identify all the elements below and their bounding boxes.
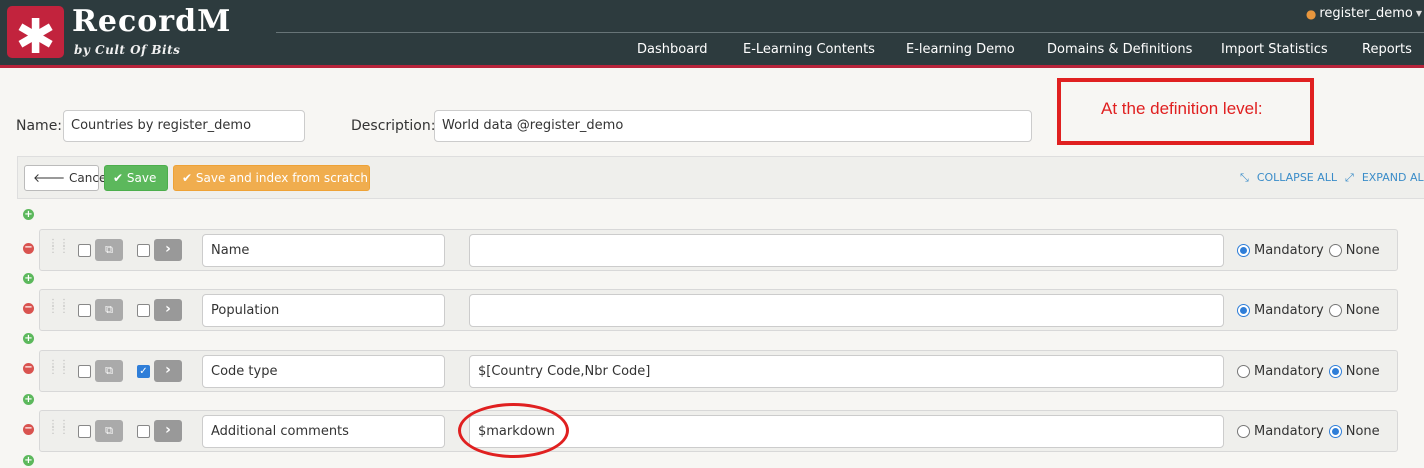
mandatory-radio[interactable] (1237, 365, 1250, 378)
field-row: ⋮⋮ ⋮⋮ ⧉ › Name Mandatory None (39, 229, 1398, 271)
none-label: None (1345, 364, 1380, 379)
nav-elearning-demo[interactable]: E-learning Demo (906, 42, 1015, 57)
header-divider (276, 32, 1424, 33)
mandatory-label: Mandatory (1254, 303, 1324, 318)
description-label: Description: (351, 118, 436, 134)
save-label: Save (126, 171, 157, 185)
expand-icon: ⤢ (1345, 171, 1354, 184)
save-button[interactable]: ✔ Save (104, 165, 168, 191)
description-input[interactable]: World data @register_demo (434, 110, 1032, 142)
field-row: ⋮⋮ ⋮⋮ ⧉ › Population Mandatory None (39, 289, 1398, 331)
mandatory-label: Mandatory (1254, 364, 1324, 379)
arrow-left-icon: 🡐 (33, 171, 66, 185)
brand-title[interactable]: RecordM (72, 4, 231, 39)
none-radio[interactable] (1328, 244, 1342, 257)
add-field-icon[interactable]: + (23, 333, 34, 344)
user-menu[interactable]: ● register_demo ▼ (1306, 6, 1422, 21)
add-field-icon[interactable]: + (23, 394, 34, 405)
chevron-right-icon[interactable]: › (154, 360, 182, 382)
caret-down-icon: ▼ (1415, 9, 1422, 18)
field-row: ⋮⋮ ⋮⋮ ⧉ ✓ › Code type $[Country Code,Nbr … (39, 350, 1398, 392)
none-radio[interactable] (1328, 425, 1342, 438)
remove-field-icon[interactable]: − (23, 424, 34, 435)
mandatory-radio[interactable] (1237, 304, 1250, 317)
field-name-input[interactable]: Code type (202, 355, 445, 388)
field-description-input[interactable]: $[Country Code,Nbr Code] (469, 355, 1224, 388)
none-radio[interactable] (1328, 365, 1342, 378)
drag-handle-icon[interactable]: ⋮⋮ ⋮⋮ (48, 360, 69, 380)
nav-elearning-contents[interactable]: E-Learning Contents (743, 42, 875, 57)
header-accent-line (0, 65, 1424, 68)
remove-field-icon[interactable]: − (23, 243, 34, 254)
none-radio[interactable] (1328, 304, 1342, 317)
duplicate-icon[interactable]: ⧉ (95, 239, 123, 261)
duplicate-icon[interactable]: ⧉ (95, 299, 123, 321)
requirement-radio-group: Mandatory None (1237, 303, 1385, 318)
remove-field-icon[interactable]: − (23, 303, 34, 314)
compress-icon: ⤡ (1240, 171, 1249, 184)
field-name-input[interactable]: Population (202, 294, 445, 327)
requirement-radio-group: Mandatory None (1237, 424, 1385, 439)
drag-handle-icon[interactable]: ⋮⋮ ⋮⋮ (48, 299, 69, 319)
chevron-right-icon[interactable]: › (154, 299, 182, 321)
field-description-input[interactable]: $markdown (469, 415, 1224, 448)
nav-domains-definitions[interactable]: Domains & Definitions (1047, 42, 1192, 57)
chevron-right-icon[interactable]: › (154, 420, 182, 442)
duplicate-icon[interactable]: ⧉ (95, 420, 123, 442)
row-select-checkbox[interactable] (78, 244, 91, 257)
name-input[interactable]: Countries by register_demo (63, 110, 305, 142)
row-select-checkbox[interactable] (78, 365, 91, 378)
drag-handle-icon[interactable]: ⋮⋮ ⋮⋮ (48, 239, 69, 259)
field-description-input[interactable] (469, 234, 1224, 267)
none-label: None (1345, 243, 1380, 258)
requirement-radio-group: Mandatory None (1237, 364, 1385, 379)
duplicate-icon[interactable]: ⧉ (95, 360, 123, 382)
detail-checkbox[interactable]: ✓ (137, 365, 150, 378)
detail-checkbox[interactable] (137, 425, 150, 438)
requirement-radio-group: Mandatory None (1237, 243, 1385, 258)
mandatory-radio[interactable] (1237, 244, 1250, 257)
save-index-label: Save and index from scratch (195, 171, 368, 185)
nav-reports[interactable]: Reports (1362, 42, 1412, 57)
mandatory-label: Mandatory (1254, 243, 1324, 258)
user-name: register_demo (1319, 6, 1413, 21)
definition-toolbar: 🡐 Cancel ✔ Save ✔ Save and index from sc… (17, 156, 1424, 199)
add-field-icon[interactable]: + (23, 273, 34, 284)
top-navbar: ✱ RecordM by Cult Of Bits ● register_dem… (0, 0, 1424, 65)
cancel-button[interactable]: 🡐 Cancel (24, 165, 110, 191)
main-nav: Dashboard E-Learning Contents E-learning… (0, 42, 1424, 60)
add-field-icon[interactable]: + (23, 455, 34, 466)
check-icon: ✔ (113, 171, 124, 185)
drag-handle-icon[interactable]: ⋮⋮ ⋮⋮ (48, 420, 69, 440)
nav-dashboard[interactable]: Dashboard (637, 42, 708, 57)
detail-checkbox[interactable] (137, 304, 150, 317)
name-label: Name: (16, 118, 63, 134)
field-description-input[interactable] (469, 294, 1224, 327)
add-field-icon[interactable]: + (23, 209, 34, 220)
row-select-checkbox[interactable] (78, 304, 91, 317)
none-label: None (1345, 424, 1380, 439)
nav-import-statistics[interactable]: Import Statistics (1221, 42, 1328, 57)
detail-checkbox[interactable] (137, 244, 150, 257)
collapse-all-label: COLLAPSE ALL (1256, 171, 1338, 184)
user-icon: ● (1305, 6, 1317, 21)
field-name-input[interactable]: Name (202, 234, 445, 267)
annotation-callout: At the definition level: (1057, 78, 1314, 145)
remove-field-icon[interactable]: − (23, 363, 34, 374)
mandatory-radio[interactable] (1237, 425, 1250, 438)
save-and-index-button[interactable]: ✔ Save and index from scratch (173, 165, 370, 191)
chevron-right-icon[interactable]: › (154, 239, 182, 261)
collapse-all-link[interactable]: ⤡ COLLAPSE ALL (1240, 171, 1337, 185)
check-icon: ✔ (182, 171, 193, 185)
none-label: None (1345, 303, 1380, 318)
mandatory-label: Mandatory (1254, 424, 1324, 439)
expand-all-link[interactable]: ⤢ EXPAND ALL (1345, 171, 1424, 185)
expand-all-label: EXPAND ALL (1361, 171, 1424, 184)
row-select-checkbox[interactable] (78, 425, 91, 438)
field-row: ⋮⋮ ⋮⋮ ⧉ › Additional comments $markdown M… (39, 410, 1398, 452)
field-name-input[interactable]: Additional comments (202, 415, 445, 448)
